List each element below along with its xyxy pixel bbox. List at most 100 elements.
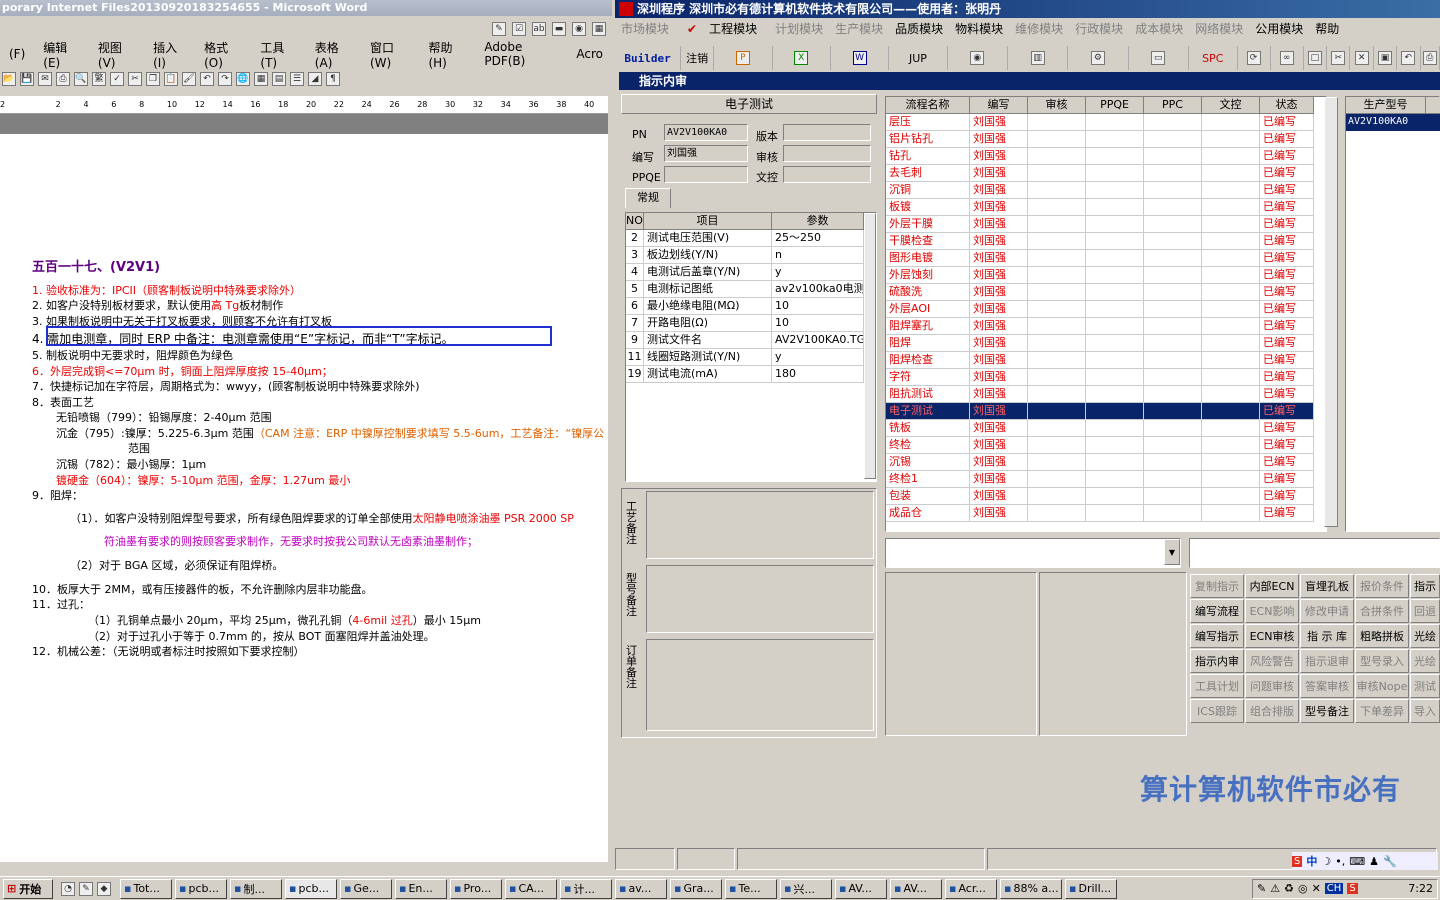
action-button[interactable]: 报价条件 (1355, 574, 1409, 598)
taskbar-button[interactable]: ▪ Tot... (120, 878, 172, 899)
tables-icon[interactable]: ▦ (254, 72, 268, 86)
word-menu-window[interactable]: 窗口(W) (361, 39, 419, 70)
param-row[interactable]: 2 测试电压范围(V) 25～250 (626, 230, 864, 247)
flow-row[interactable]: 阻焊塞孔 刘国强 已编写 (886, 318, 1314, 335)
save-icon[interactable]: 💾 (20, 72, 34, 86)
action-button[interactable]: 指示 (1410, 574, 1440, 598)
taskbar-button[interactable]: ▪ Te... (725, 878, 777, 899)
flow-row[interactable]: 板镀 刘国强 已编写 (886, 199, 1314, 216)
tb-cut-button[interactable]: ✂ (1327, 46, 1351, 70)
tab-general[interactable]: 常规 (625, 188, 671, 208)
menu-network[interactable]: 公用模块 (1249, 20, 1309, 37)
taskbar-button[interactable]: ▪ Drill... (1065, 878, 1117, 899)
ime-chinese-mode[interactable]: 中 (1306, 853, 1317, 869)
undo-icon[interactable]: ↶ (200, 72, 214, 86)
taskbar-button[interactable]: ▪ Pro... (450, 878, 502, 899)
review-field[interactable] (783, 145, 871, 162)
start-button[interactable]: ⊞ 开始 (3, 878, 53, 899)
traditional-chinese-icon[interactable]: 繁 (92, 72, 106, 86)
show-hide-icon[interactable]: ¶ (326, 72, 340, 86)
action-button[interactable]: 编写流程 (1190, 599, 1244, 623)
menu-quality[interactable]: 物料模块 (949, 20, 1009, 37)
word-menu-help[interactable]: 帮助(H) (419, 39, 475, 70)
draw-icon[interactable]: ✎ (492, 22, 506, 36)
flow-row[interactable]: 钻孔 刘国强 已编写 (886, 148, 1314, 165)
flow-row[interactable]: 铣板 刘国强 已编写 (886, 420, 1314, 437)
taskbar-button[interactable]: ▪ AV... (835, 878, 887, 899)
ppqe-field[interactable] (664, 166, 748, 183)
remark-field[interactable] (1189, 538, 1440, 568)
tb-word-button[interactable]: W (831, 46, 890, 70)
word-vertical-scrollbar[interactable] (608, 96, 614, 862)
action-button[interactable]: 合拼条件 (1355, 599, 1409, 623)
menu-material[interactable]: 维修模块 (1009, 20, 1069, 37)
flow-row[interactable]: 外层AOI 刘国强 已编写 (886, 301, 1314, 318)
menu-process[interactable]: 计划模块 (769, 20, 829, 37)
tb-new-button[interactable]: □ (1304, 46, 1328, 70)
action-button[interactable]: 风险警告 (1245, 649, 1299, 673)
line-icon[interactable]: ▬ (552, 22, 566, 36)
action-button[interactable]: 盲埋孔板 (1300, 574, 1354, 598)
permission-icon[interactable]: ✉ (38, 72, 52, 86)
param-row[interactable]: 11 线圈短路测试(Y/N) y (626, 349, 864, 366)
radio-icon[interactable]: ◉ (572, 22, 586, 36)
print-icon[interactable]: ⎙ (56, 72, 70, 86)
flow-row[interactable]: 阻焊 刘国强 已编写 (886, 335, 1314, 352)
tb-refresh-button[interactable]: ⟳ (1238, 46, 1271, 70)
tray-icon[interactable]: ✎ (1257, 882, 1266, 895)
tb-tools-button[interactable]: ⚙ (1068, 46, 1129, 70)
action-button[interactable]: 答案审核 (1300, 674, 1354, 698)
menu-production[interactable]: 品质模块 (889, 20, 949, 37)
ime-tray-icon[interactable]: S (1347, 883, 1358, 894)
param-row[interactable]: 4 电测试后盖章(Y/N) y (626, 264, 864, 281)
action-button[interactable]: 测试 (1410, 674, 1440, 698)
checkbox-icon[interactable]: ☑ (512, 22, 526, 36)
taskbar-button[interactable]: ▪ Ge... (340, 878, 392, 899)
menu-common[interactable]: 帮助 (1309, 20, 1345, 37)
param-row[interactable]: 3 板边划线(Y/N) n (626, 247, 864, 264)
action-button[interactable]: 指示退审 (1300, 649, 1354, 673)
tb-undo-button[interactable]: ↶ (1397, 46, 1421, 70)
keyboard-icon[interactable]: ⌨ (1349, 855, 1365, 868)
flow-row[interactable]: 外层干膜 刘国强 已编写 (886, 216, 1314, 233)
action-button[interactable]: 修改申请 (1300, 599, 1354, 623)
redo-icon[interactable]: ↷ (218, 72, 232, 86)
pn-field[interactable]: AV2V100KA0 (664, 124, 748, 141)
action-button[interactable]: 下单差异 (1355, 699, 1409, 723)
flow-row[interactable]: 沉锡 刘国强 已编写 (886, 454, 1314, 471)
action-button[interactable]: 光绘 (1410, 649, 1440, 673)
param-row[interactable]: 7 开路电阻(Ω) 10 (626, 315, 864, 332)
tray-icon[interactable]: ♻ (1284, 882, 1294, 895)
taskbar-button[interactable]: ▪ pcb... (285, 878, 337, 899)
taskbar-button[interactable]: ▪ 兴... (780, 878, 832, 899)
word-menu-view[interactable]: 视图(V) (89, 39, 144, 70)
flow-row[interactable]: 沉铜 刘国强 已编写 (886, 182, 1314, 199)
flow-row[interactable]: 终检 刘国强 已编写 (886, 437, 1314, 454)
taskbar-button[interactable]: ▪ Acr... (945, 878, 997, 899)
hyperlink-icon[interactable]: 🌐 (236, 72, 250, 86)
action-button[interactable]: ECN影响 (1245, 599, 1299, 623)
action-button[interactable]: 工具计划 (1190, 674, 1244, 698)
logout-button[interactable]: 注销 (681, 46, 715, 70)
columns-icon[interactable]: ☰ (290, 72, 304, 86)
menu-market[interactable]: 市场模块 (615, 20, 675, 37)
action-button[interactable]: ICS跟踪 (1190, 699, 1244, 723)
action-button[interactable]: 型号备注 (1300, 699, 1354, 723)
table-icon[interactable]: ▦ (592, 22, 606, 36)
open-icon[interactable]: 📂 (2, 72, 16, 86)
action-button[interactable]: 指 示 库 (1300, 624, 1354, 648)
flow-row[interactable]: 阻焊检查 刘国强 已编写 (886, 352, 1314, 369)
doc-control-field[interactable] (783, 166, 871, 183)
action-button[interactable]: 指示内审 (1190, 649, 1244, 673)
tb-save-button[interactable]: ▣ (1374, 46, 1398, 70)
taskbar-button[interactable]: ▪ 制... (230, 878, 282, 899)
word-menu-file[interactable]: (F) (0, 47, 34, 61)
menu-engineering[interactable]: ✔ 工程模块 (675, 20, 769, 37)
model-note-field[interactable] (646, 565, 874, 633)
quicklaunch-icon[interactable]: ◔ (61, 881, 75, 896)
taskbar-button[interactable]: ▪ pcb... (175, 878, 227, 899)
writer-field[interactable]: 刘国强 (664, 145, 748, 162)
action-button[interactable]: 回退 (1410, 599, 1440, 623)
action-button[interactable]: 编写指示 (1190, 624, 1244, 648)
flow-row[interactable]: 去毛刺 刘国强 已编写 (886, 165, 1314, 182)
